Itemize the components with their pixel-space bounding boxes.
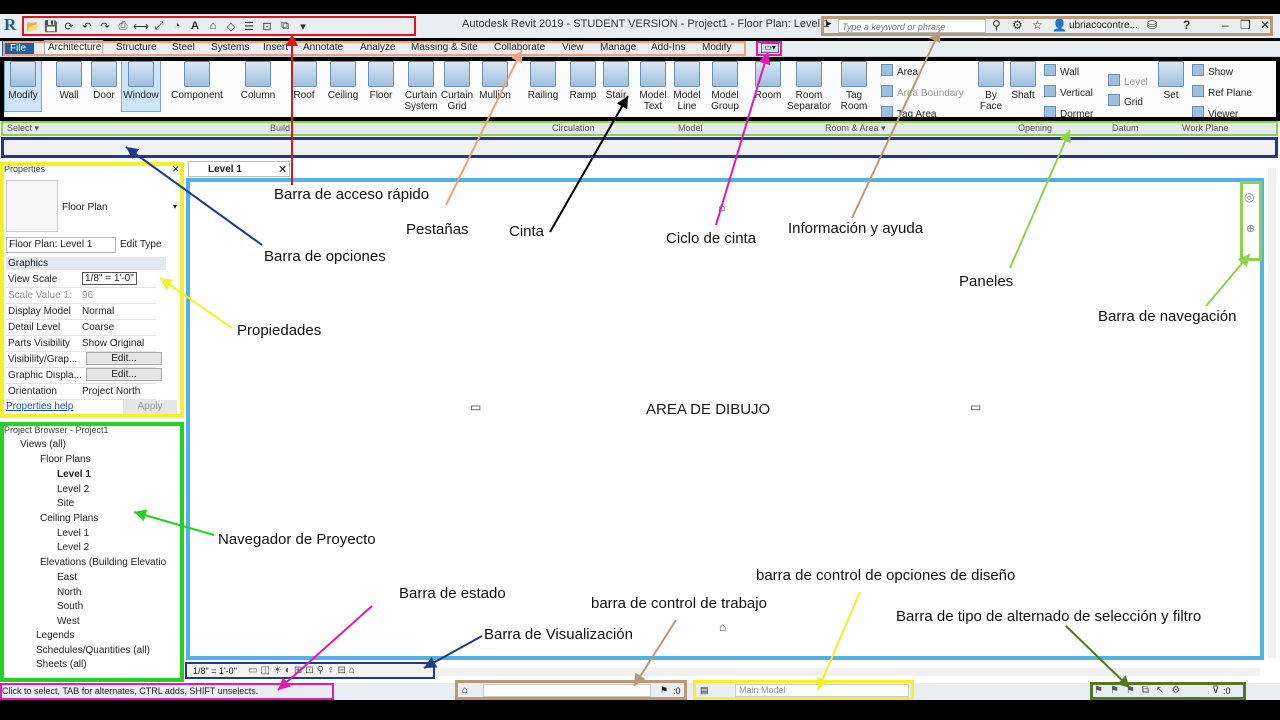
ribbon-highlight-box <box>0 57 1280 121</box>
selection-filter-highlight-box <box>1090 682 1246 700</box>
callout-design-options: barra de control de opciones de diseño <box>756 567 1016 584</box>
callout-qat: Barra de acceso rápido <box>274 186 430 203</box>
view-tab-label: Level 1 <box>208 164 242 175</box>
callout-nav-bar: Barra de navegación <box>1098 308 1237 325</box>
options-bar-highlight-box <box>1 137 1278 158</box>
revit-logo[interactable]: R <box>4 15 16 35</box>
properties-highlight-box <box>0 162 184 418</box>
view-control-highlight-box <box>185 662 435 679</box>
elevation-marker-south-icon[interactable]: ⌂ <box>719 620 726 634</box>
qat-highlight-box <box>22 16 416 36</box>
view-tab-close-icon[interactable]: ✕ <box>278 163 287 176</box>
elevation-marker-north-icon[interactable]: ⌂ <box>718 200 725 214</box>
design-options-highlight-box <box>693 680 914 700</box>
callout-tabs: Pestañas <box>406 221 469 238</box>
callout-options-bar: Barra de opciones <box>264 248 386 265</box>
vertical-scrollbar[interactable] <box>1268 168 1276 658</box>
window-title: Autodesk Revit 2019 - STUDENT VERSION - … <box>462 18 830 30</box>
elevation-marker-west-icon[interactable]: ▭ <box>470 400 481 414</box>
bottom-black-strip <box>0 700 1280 720</box>
callout-ribbon: Cinta <box>509 223 545 240</box>
callout-workset: barra de control de trabajo <box>591 595 767 612</box>
tabs-highlight-box <box>3 41 746 56</box>
callout-properties: Propiedades <box>237 322 322 339</box>
top-black-strip <box>0 0 1280 14</box>
status-highlight-box <box>0 683 334 700</box>
elevation-marker-east-icon[interactable]: ▭ <box>970 400 981 414</box>
callout-view-control: Barra de Visualización <box>484 626 633 643</box>
callout-panels: Paneles <box>959 273 1014 290</box>
drawing-area-label: AREA DE DIBUJO <box>646 401 771 418</box>
callout-status-bar: Barra de estado <box>399 585 506 602</box>
callout-info: Información y ayuda <box>788 220 924 237</box>
browser-highlight-box <box>0 422 184 682</box>
ribbon-cycle-highlight-box <box>756 41 782 56</box>
callout-browser: Navegador de Proyecto <box>218 531 376 548</box>
callout-ribbon-cycle: Ciclo de cinta <box>666 230 757 247</box>
nav-bar-highlight-box <box>1240 181 1262 261</box>
workset-highlight-box <box>455 680 687 700</box>
info-highlight-box <box>821 16 1273 36</box>
panels-highlight-box <box>1 121 1278 136</box>
callout-selection-filter: Barra de tipo de alternado de selección … <box>896 608 1202 625</box>
